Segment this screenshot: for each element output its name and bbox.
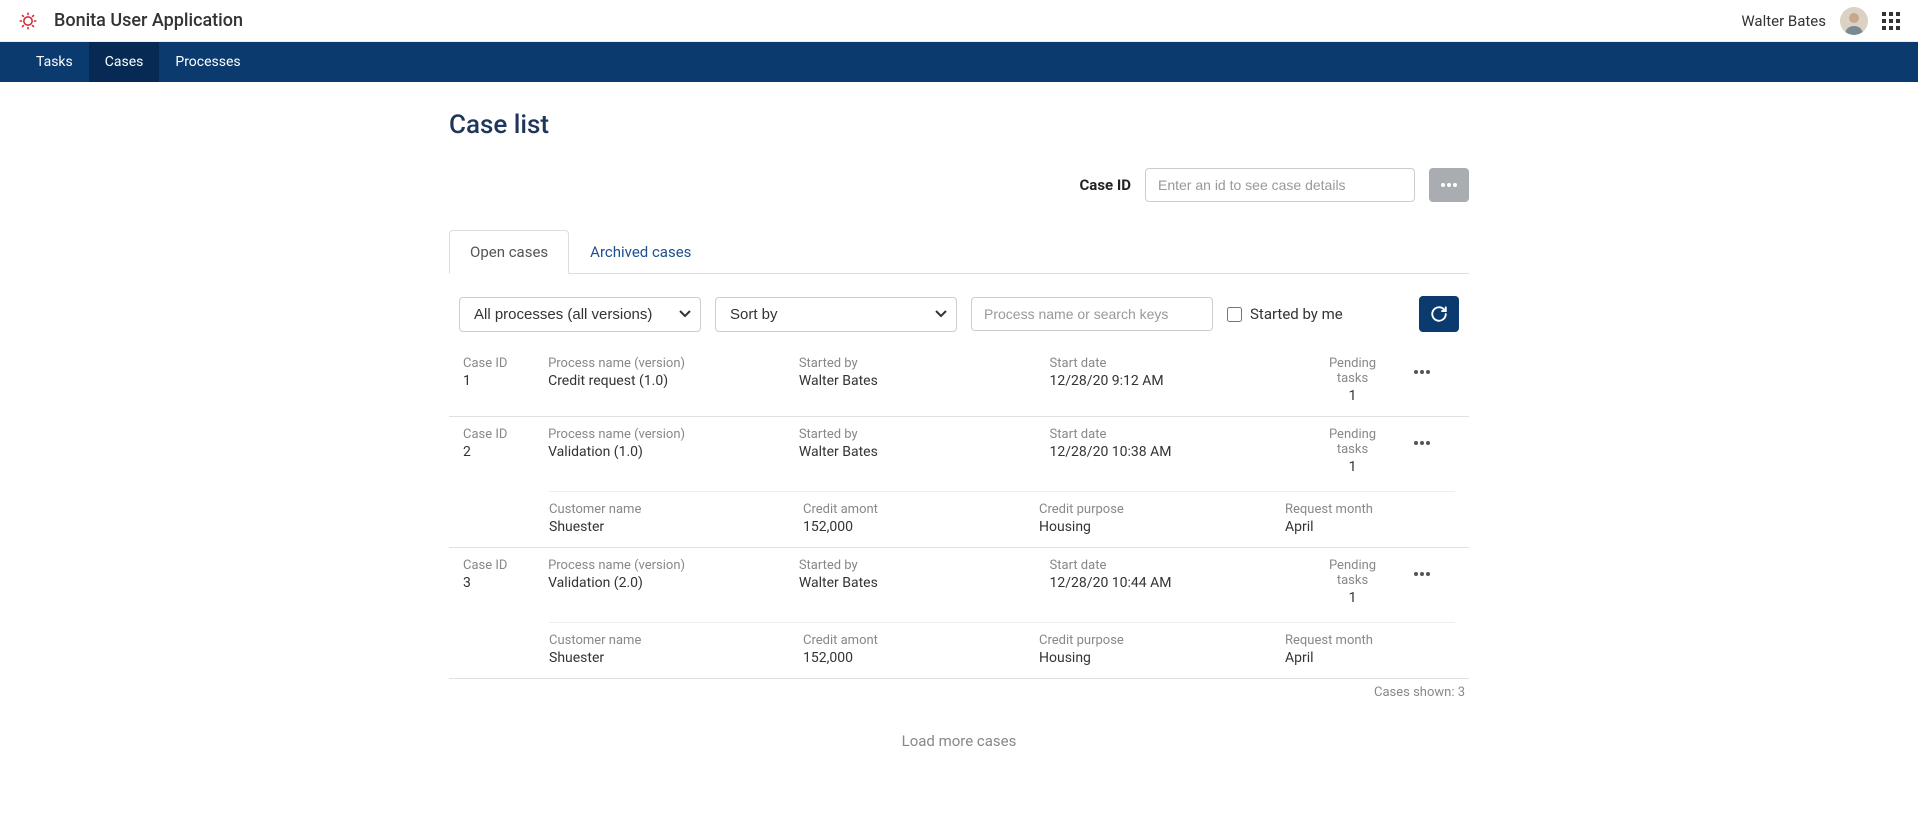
col-label-process: Process name (version) — [548, 356, 779, 371]
col-label-start-date: Start date — [1050, 427, 1297, 442]
detail-label-customer: Customer name — [549, 502, 783, 517]
process-filter-select[interactable]: All processes (all versions) — [459, 297, 701, 332]
app-title: Bonita User Application — [54, 10, 243, 31]
load-more-button[interactable]: Load more cases — [449, 732, 1469, 750]
detail-label-credit-amount: Credit amont — [803, 633, 1019, 648]
detail-label-request-month: Request month — [1285, 633, 1385, 648]
pending-value: 1 — [1316, 388, 1389, 404]
col-label-start-date: Start date — [1050, 356, 1297, 371]
col-label-started-by: Started by — [799, 356, 1030, 371]
col-label-started-by: Started by — [799, 427, 1030, 442]
customer-value: Shuester — [549, 519, 783, 535]
start-date-value: 12/28/20 9:12 AM — [1050, 373, 1297, 389]
col-label-pending: Pending tasks — [1316, 427, 1389, 457]
start-date-value: 12/28/20 10:44 AM — [1050, 575, 1297, 591]
col-label-case-id: Case ID — [463, 427, 528, 442]
cases-shown-count: Cases shown: 3 — [449, 679, 1469, 700]
user-name[interactable]: Walter Bates — [1741, 12, 1826, 30]
row-actions-button[interactable] — [1409, 437, 1435, 449]
credit-amount-value: 152,000 — [803, 650, 1019, 666]
nav-processes[interactable]: Processes — [159, 42, 256, 82]
refresh-button[interactable] — [1419, 296, 1459, 332]
detail-label-credit-purpose: Credit purpose — [1039, 633, 1265, 648]
sort-select[interactable]: Sort by — [715, 297, 957, 332]
row-actions-button[interactable] — [1409, 366, 1435, 378]
process-value: Credit request (1.0) — [548, 373, 779, 389]
case-id-value: 1 — [463, 373, 528, 389]
page-title: Case list — [449, 110, 1469, 140]
col-label-start-date: Start date — [1050, 558, 1297, 573]
apps-grid-icon[interactable] — [1882, 12, 1900, 30]
col-label-pending: Pending tasks — [1316, 558, 1389, 588]
detail-label-credit-purpose: Credit purpose — [1039, 502, 1265, 517]
nav-cases[interactable]: Cases — [89, 42, 160, 82]
main-nav: Tasks Cases Processes — [0, 42, 1918, 82]
case-row: Case ID 2 Process name (version) Validat… — [449, 417, 1469, 548]
pending-value: 1 — [1316, 590, 1389, 606]
avatar[interactable] — [1840, 7, 1868, 35]
nav-tasks[interactable]: Tasks — [20, 42, 89, 82]
col-label-case-id: Case ID — [463, 558, 528, 573]
detail-label-customer: Customer name — [549, 633, 783, 648]
case-row: Case ID 3 Process name (version) Validat… — [449, 548, 1469, 679]
tab-archived-cases[interactable]: Archived cases — [569, 230, 712, 274]
detail-label-credit-amount: Credit amont — [803, 502, 1019, 517]
case-id-value: 2 — [463, 444, 528, 460]
started-by-me-input[interactable] — [1227, 307, 1242, 322]
col-label-process: Process name (version) — [548, 558, 779, 573]
case-id-input[interactable] — [1145, 168, 1415, 202]
detail-label-request-month: Request month — [1285, 502, 1385, 517]
credit-amount-value: 152,000 — [803, 519, 1019, 535]
credit-purpose-value: Housing — [1039, 519, 1265, 535]
process-value: Validation (2.0) — [548, 575, 779, 591]
started-by-value: Walter Bates — [799, 373, 1030, 389]
col-label-process: Process name (version) — [548, 427, 779, 442]
case-id-label: Case ID — [1079, 176, 1131, 194]
bonita-logo-icon — [18, 11, 38, 31]
case-id-value: 3 — [463, 575, 528, 591]
request-month-value: April — [1285, 650, 1385, 666]
request-month-value: April — [1285, 519, 1385, 535]
started-by-me-checkbox[interactable]: Started by me — [1227, 305, 1343, 323]
search-input[interactable] — [971, 297, 1213, 331]
started-by-value: Walter Bates — [799, 444, 1030, 460]
customer-value: Shuester — [549, 650, 783, 666]
col-label-case-id: Case ID — [463, 356, 528, 371]
col-label-started-by: Started by — [799, 558, 1030, 573]
case-id-more-button[interactable] — [1429, 168, 1469, 202]
process-value: Validation (1.0) — [548, 444, 779, 460]
credit-purpose-value: Housing — [1039, 650, 1265, 666]
case-row: Case ID 1 Process name (version) Credit … — [449, 346, 1469, 417]
app-header: Bonita User Application Walter Bates — [0, 0, 1918, 42]
row-actions-button[interactable] — [1409, 568, 1435, 580]
case-tabs: Open cases Archived cases — [449, 230, 1469, 274]
col-label-pending: Pending tasks — [1316, 356, 1389, 386]
case-list: Case ID 1 Process name (version) Credit … — [449, 346, 1469, 679]
start-date-value: 12/28/20 10:38 AM — [1050, 444, 1297, 460]
started-by-value: Walter Bates — [799, 575, 1030, 591]
tab-open-cases[interactable]: Open cases — [449, 230, 569, 274]
started-by-me-label: Started by me — [1250, 305, 1343, 323]
pending-value: 1 — [1316, 459, 1389, 475]
